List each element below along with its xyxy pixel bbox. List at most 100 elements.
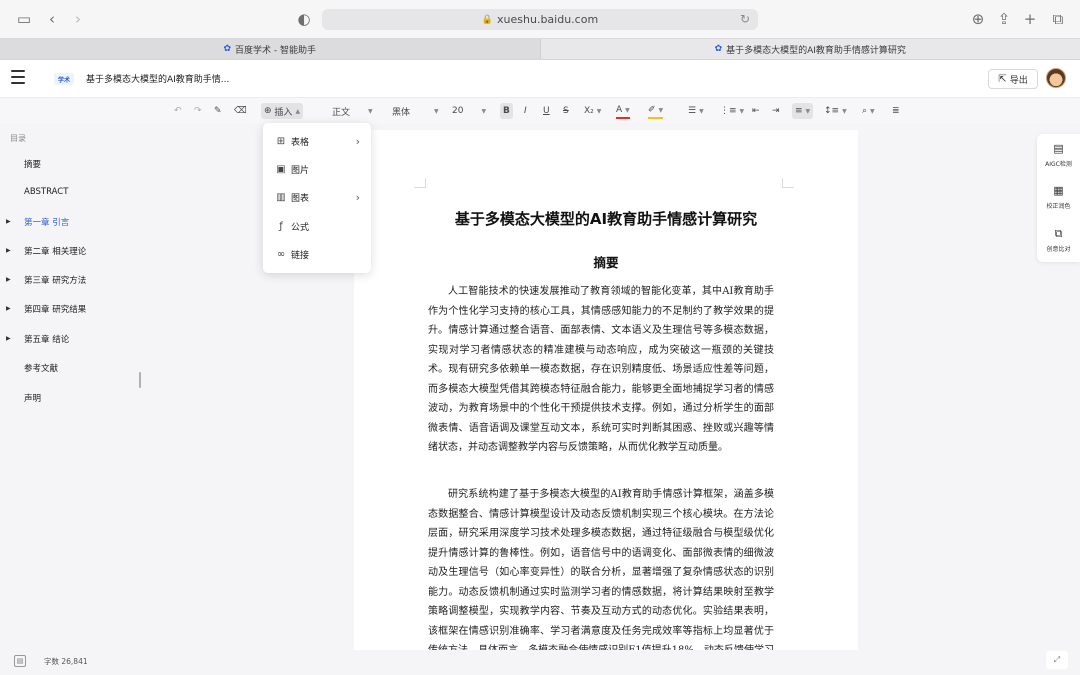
aigc-detect-button[interactable]: ▤ AIGC检测 — [1037, 142, 1080, 168]
menu-item-table[interactable]: ⊞ 表格 › — [263, 128, 371, 154]
menu-item-label: 图表 — [291, 193, 310, 204]
indent-icon[interactable]: ⇥ — [772, 103, 780, 119]
toc-item-chapter1[interactable]: 第一章 引言 — [24, 216, 69, 228]
tab-document[interactable]: ✿ 基于多模态大模型的AI教育助手情感计算研究 — [541, 39, 1080, 59]
subscript-icon[interactable]: X₂ ▼ — [584, 103, 601, 119]
rp-label: AIGC检测 — [1045, 161, 1072, 168]
editor-toolbar: ↶ ↷ ✎ ⌫ ⊕ 插入 ▲ 正文 ▼ 黑体 ▼ 20 ▼ B I U S X₂ ▼ A ▼… — [0, 98, 1080, 124]
tab-overview-icon[interactable]: ⧉ — [1048, 9, 1068, 29]
download-icon[interactable]: ⊕ — [968, 9, 988, 29]
menu-item-label: 链接 — [291, 250, 310, 261]
bold-icon[interactable]: B — [500, 103, 513, 119]
polish-button[interactable]: ▦ 校正润色 — [1037, 184, 1080, 210]
toc-item-declaration[interactable]: 声明 — [24, 392, 41, 404]
chevron-down-icon: ▼ — [368, 107, 373, 115]
abstract-heading: 摘要 — [593, 255, 619, 270]
underline-icon[interactable]: U — [543, 103, 550, 119]
chevron-down-icon: ▼ — [481, 107, 487, 115]
back-icon[interactable]: ‹ — [42, 9, 62, 29]
menu-icon[interactable] — [11, 70, 27, 86]
chevron-right-icon: › — [355, 190, 360, 204]
fullscreen-icon[interactable]: ⤢ — [1046, 651, 1068, 669]
insert-menu: ⊞ 表格 › ▣ 图片 ▥ 图表 › ƒ 公式 ∞ 链接 — [263, 123, 371, 273]
strikethrough-icon[interactable]: S — [563, 103, 569, 119]
privacy-shield-icon[interactable]: ◐ — [294, 9, 314, 29]
url-text: xueshu.baidu.com — [497, 13, 599, 26]
toc-item-abstract[interactable]: 摘要 — [24, 158, 41, 170]
paragraph: 研究系统构建了基于多模态大模型的AI教育助手情感计算框架，涵盖多模态数据整合、情… — [428, 489, 774, 675]
baidu-paw-icon: ✿ — [223, 44, 232, 54]
menu-item-chart[interactable]: ▥ 图表 › — [263, 184, 371, 210]
toc-item-references[interactable]: 参考文献 — [24, 362, 58, 374]
browser-tabs: ✿ 百度学术 - 智能助手 ✿ 基于多模态大模型的AI教育助手情感计算研究 — [0, 38, 1080, 60]
paragraph-style-value: 正文 — [332, 107, 351, 118]
tab-baidu-assistant[interactable]: ✿ 百度学术 - 智能助手 — [0, 39, 541, 59]
margin-mark — [782, 178, 794, 188]
new-tab-icon[interactable]: + — [1020, 9, 1040, 29]
redo-icon[interactable]: ↷ — [194, 103, 202, 119]
reload-icon[interactable]: ↻ — [740, 12, 750, 26]
outdent-icon[interactable]: ⇤ — [752, 103, 760, 119]
font-value: 黑体 — [392, 107, 411, 118]
app-header: 学术 基于多模态大模型的AI教育助手情... ⇱ 导出 — [0, 60, 1080, 98]
expand-arrow-icon[interactable]: ▶ — [6, 218, 11, 225]
sidebar-resize-handle[interactable] — [139, 372, 141, 388]
polish-icon: ▦ — [1053, 184, 1064, 197]
font-color-icon[interactable]: A ▼ — [616, 103, 630, 119]
numbered-list-icon[interactable]: ⋮≡ ▼ — [720, 103, 744, 119]
bullet-list-icon[interactable]: ☰ ▼ — [688, 103, 704, 119]
sidebar-toggle-icon[interactable]: ▭ — [14, 9, 34, 29]
export-icon: ⇱ — [998, 73, 1007, 85]
menu-item-label: 公式 — [291, 222, 310, 233]
font-size-select[interactable]: 20 ▼ — [452, 103, 486, 119]
expand-arrow-icon[interactable]: ▶ — [6, 305, 11, 312]
menu-item-link[interactable]: ∞ 链接 — [263, 241, 371, 267]
compare-icon: ⧉ — [1054, 227, 1063, 240]
insert-button[interactable]: ⊕ 插入 ▲ — [261, 103, 304, 119]
paragraph-style-select[interactable]: 正文 ▼ — [332, 103, 373, 119]
highlight-icon[interactable]: ✐ ▼ — [648, 103, 664, 119]
line-spacing-icon[interactable]: ↕≡ ▼ — [824, 103, 847, 119]
status-bar: ▤ 字数 26,841 ⤢ — [0, 650, 1080, 675]
forward-icon[interactable]: › — [68, 9, 88, 29]
menu-item-label: 表格 — [291, 137, 310, 148]
share-icon[interactable]: ⇪ — [994, 9, 1014, 29]
expand-arrow-icon[interactable]: ▶ — [6, 276, 11, 283]
avatar[interactable] — [1046, 68, 1066, 88]
menu-item-formula[interactable]: ƒ 公式 — [263, 213, 371, 239]
toc-heading: 目录 — [10, 134, 26, 143]
more-options-icon[interactable]: ≣ — [892, 103, 900, 119]
word-count: 字数 26,841 — [44, 657, 88, 666]
doc-title: 基于多模态大模型的AI教育助手情... — [86, 75, 230, 85]
undo-icon[interactable]: ↶ — [174, 103, 182, 119]
export-button[interactable]: ⇱ 导出 — [988, 69, 1038, 89]
font-size-value: 20 — [452, 106, 464, 116]
page-view-icon[interactable]: ▤ — [14, 655, 26, 667]
menu-item-label: 图片 — [291, 165, 310, 176]
baidu-paw-icon: ✿ — [714, 44, 723, 54]
format-painter-icon[interactable]: ✎ — [214, 103, 222, 119]
expand-arrow-icon[interactable]: ▶ — [6, 247, 11, 254]
toc-item-chapter3[interactable]: 第三章 研究方法 — [24, 274, 86, 286]
chart-icon: ▥ — [276, 191, 286, 203]
clear-format-icon[interactable]: ⌫ — [234, 103, 247, 119]
plus-circle-icon: ⊕ — [264, 106, 272, 116]
toc-item-chapter5[interactable]: 第五章 结论 — [24, 333, 69, 345]
align-icon[interactable]: ≡ ▼ — [792, 103, 814, 119]
ai-detect-icon: ▤ — [1053, 142, 1064, 155]
expand-arrow-icon[interactable]: ▶ — [6, 335, 11, 342]
toc-item-chapter4[interactable]: 第四章 研究结果 — [24, 303, 86, 315]
toc-item-chapter2[interactable]: 第二章 相关理论 — [24, 245, 86, 257]
formula-icon: ƒ — [279, 220, 283, 232]
document-page[interactable]: 基于多模态大模型的AI教育助手情感计算研究 摘要 人工智能技术的快速发展推动了教… — [354, 130, 858, 675]
compare-button[interactable]: ⧉ 创意比对 — [1037, 227, 1080, 253]
toc-item-abstract-en[interactable]: ABSTRACT — [24, 187, 68, 197]
rp-label: 校正润色 — [1046, 203, 1071, 210]
menu-item-image[interactable]: ▣ 图片 — [263, 156, 371, 182]
table-icon: ⊞ — [276, 135, 286, 147]
insert-label: 插入 — [274, 107, 293, 118]
font-select[interactable]: 黑体 ▼ — [392, 103, 439, 119]
find-replace-icon[interactable]: ⌕ ▼ — [862, 103, 875, 119]
address-bar[interactable]: 🔒 xueshu.baidu.com ↻ — [322, 9, 758, 30]
italic-icon[interactable]: I — [524, 103, 527, 119]
